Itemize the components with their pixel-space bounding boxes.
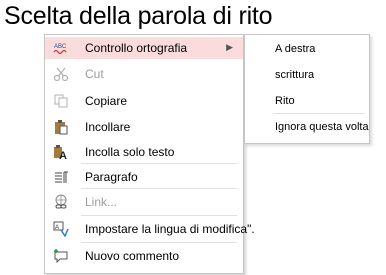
- menu-item-spell-check[interactable]: ABC Controllo ortografia ▶: [45, 37, 243, 59]
- svg-text:ABC: ABC: [54, 44, 67, 50]
- new-comment-icon: [53, 248, 69, 264]
- menu-item-label: Cut: [85, 67, 104, 81]
- submenu-separator: [273, 113, 365, 114]
- suggestion-item[interactable]: A destra: [245, 39, 369, 61]
- document-title: Scelta della parola di rito: [4, 2, 273, 30]
- suggestion-label: Ignora questa volta: [275, 121, 369, 133]
- menu-separator: [81, 242, 237, 243]
- menu-item-set-language[interactable]: A Impostare la lingua di modifica".: [45, 218, 255, 240]
- menu-item-label: Incollare: [85, 120, 131, 134]
- menu-item-paste[interactable]: Incollare: [45, 116, 243, 138]
- svg-text:A: A: [59, 150, 67, 160]
- menu-item-paste-text-only[interactable]: A Incolla solo testo: [45, 141, 243, 163]
- scissors-icon: [53, 66, 69, 82]
- menu-item-new-comment[interactable]: Nuovo commento: [45, 245, 243, 267]
- language-icon: A: [53, 221, 69, 237]
- spelling-suggestions-submenu: A destra scrittura Rito Ignora questa vo…: [244, 34, 370, 144]
- menu-item-label: Copiare: [85, 94, 128, 108]
- paragraph-icon: [53, 169, 69, 185]
- paste-icon: [53, 119, 69, 135]
- context-menu: ABC Controllo ortografia ▶ Cut Copiare I…: [44, 34, 255, 274]
- menu-item-label: Controllo ortografia: [85, 41, 188, 55]
- link-icon: [53, 194, 69, 210]
- spell-check-icon: ABC: [53, 40, 69, 56]
- menu-item-label: Incolla solo testo: [85, 145, 175, 159]
- menu-item-copy[interactable]: Copiare: [45, 90, 243, 112]
- menu-item-cut[interactable]: Cut: [45, 63, 243, 85]
- menu-item-label: Link...: [85, 195, 118, 209]
- menu-item-label: Nuovo commento: [85, 249, 180, 263]
- menu-item-link[interactable]: Link...: [45, 191, 243, 213]
- svg-text:A: A: [55, 225, 59, 231]
- suggestion-label: A destra: [275, 43, 316, 55]
- paste-text-only-icon: A: [53, 144, 69, 160]
- submenu-arrow-icon: ▶: [226, 42, 233, 52]
- menu-separator: [81, 215, 237, 216]
- copy-icon: [53, 93, 69, 109]
- menu-item-label: Paragrafo: [85, 170, 138, 184]
- menu-item-paragraph[interactable]: Paragrafo: [45, 166, 243, 188]
- suggestion-item[interactable]: Rito: [245, 91, 369, 113]
- menu-separator: [81, 188, 237, 189]
- menu-separator: [81, 163, 237, 164]
- menu-item-label: Impostare la lingua di modifica".: [85, 222, 255, 236]
- ignore-once-item[interactable]: Ignora questa volta: [245, 117, 369, 139]
- suggestion-label: scrittura: [275, 69, 315, 81]
- suggestion-label: Rito: [275, 95, 295, 107]
- suggestion-item[interactable]: scrittura: [245, 65, 369, 87]
